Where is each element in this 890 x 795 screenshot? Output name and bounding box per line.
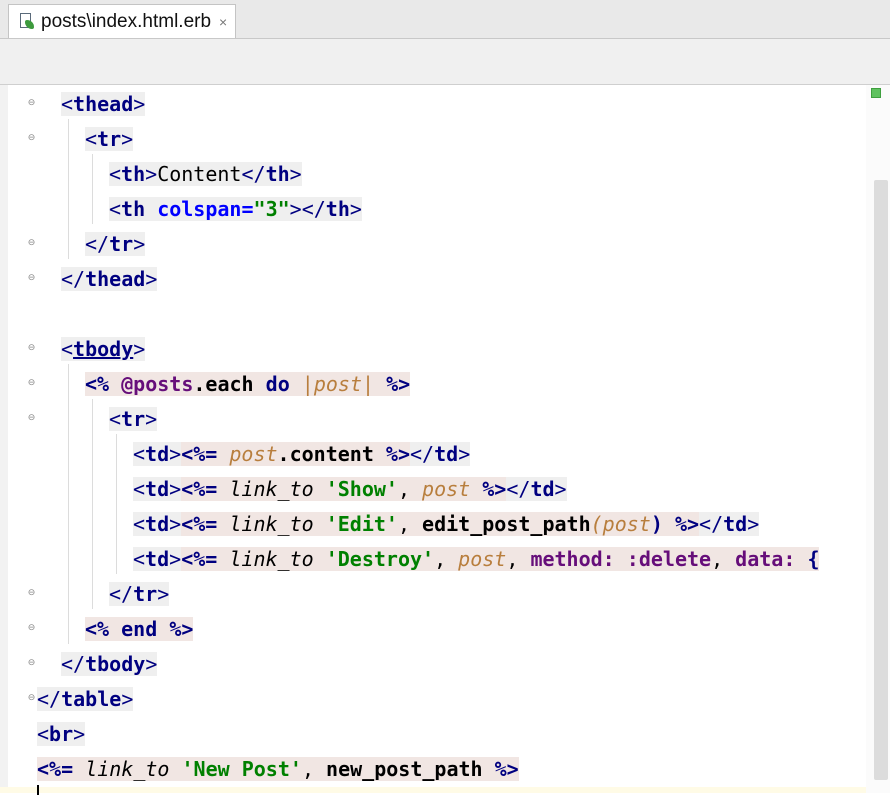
current-line-highlight <box>0 787 866 793</box>
method-call: link_to <box>229 512 314 536</box>
code-line: <%= link_to 'New Post', new_post_path %> <box>37 757 519 781</box>
tag-name: tbody <box>85 652 146 676</box>
hash-key: data: <box>735 547 796 571</box>
method-call: link_to <box>229 547 314 571</box>
code-editor[interactable]: ⊖ ⊖ ⊖ ⊖ ⊖ ⊖ ⊖ ⊖ ⊖ ⊖ ⊖ <thead> <tr> <th>C… <box>0 85 890 795</box>
code-line: <tbody> <box>61 337 146 361</box>
code-line: <% end %> <box>0 612 866 647</box>
editor-tab-bar: posts\index.html.erb × <box>0 0 890 39</box>
tag-name: thead <box>85 267 146 291</box>
method-call: new_post_path <box>326 757 483 781</box>
code-line: <td><%= link_to 'Destroy', post, method:… <box>133 547 820 571</box>
brace: { <box>807 547 820 571</box>
code-line: <thead> <box>61 92 146 116</box>
inspection-ok-icon[interactable] <box>871 88 881 98</box>
erb-delimiter: %> <box>482 477 507 501</box>
code-line: <tr> <box>85 127 134 151</box>
erb-delimiter: %> <box>385 442 410 466</box>
code-line: <th>Content</th> <box>109 162 302 186</box>
local-variable: post <box>458 547 507 571</box>
code-line: </thead> <box>61 267 158 291</box>
code-line: <% @posts.each do |post| %> <box>85 372 411 396</box>
local-variable: post <box>229 442 278 466</box>
method-call: link_to <box>229 477 314 501</box>
local-variable: post <box>602 512 651 536</box>
erb-delimiter: <% <box>85 372 110 396</box>
tag-name: th <box>265 162 290 186</box>
tag-name: tr <box>97 127 122 151</box>
tab-title: posts\index.html.erb <box>41 10 212 32</box>
tag-name: th <box>121 197 146 221</box>
erb-delimiter: <%= <box>181 442 218 466</box>
breadcrumb-bar <box>0 39 890 85</box>
tag-name: td <box>145 442 170 466</box>
tab-posts-index[interactable]: posts\index.html.erb × <box>8 4 236 38</box>
code-line: <td><%= link_to 'Show', post %></td> <box>133 477 567 501</box>
erb-delimiter: %> <box>386 372 411 396</box>
tag-name: td <box>530 477 555 501</box>
code-line: <td><%= post.content %></td> <box>133 442 471 466</box>
erb-delimiter: <%= <box>37 757 74 781</box>
method-call: link_to <box>85 757 170 781</box>
method-call: .content <box>277 442 374 466</box>
erb-delimiter: %> <box>169 617 194 641</box>
string-literal: 'New Post' <box>181 757 302 781</box>
erb-delimiter: %> <box>674 512 700 536</box>
string-literal: 'Edit' <box>325 512 398 536</box>
code-line: </tbody> <box>61 652 158 676</box>
erb-file-icon <box>19 12 35 31</box>
code-line: <td><%= link_to 'Edit', edit_post_path(p… <box>133 512 760 536</box>
instance-variable: @posts <box>121 372 194 396</box>
tag-name: tr <box>121 407 146 431</box>
code-line: <tr> <box>109 407 158 431</box>
tag-name: tr <box>133 582 158 606</box>
attribute-value: "3" <box>253 197 290 221</box>
keyword: do <box>265 372 290 396</box>
string-literal: 'Destroy' <box>325 547 435 571</box>
code-line: </table> <box>37 687 134 711</box>
tag-name: br <box>49 722 74 746</box>
erb-delimiter: %> <box>494 757 519 781</box>
tag-name: tbody <box>73 337 134 361</box>
tag-name: tr <box>109 232 134 256</box>
method-call: .each <box>193 372 254 396</box>
hash-key: method: <box>530 547 615 571</box>
method-call: edit_post_path <box>422 512 591 536</box>
text-node: Content <box>157 162 242 186</box>
tag-name: thead <box>73 92 134 116</box>
erb-delimiter: <%= <box>181 512 218 536</box>
attribute-name: colspan <box>157 197 242 221</box>
code-line: </tr> <box>85 232 146 256</box>
close-icon[interactable]: × <box>219 14 227 30</box>
code-line: </tr> <box>109 582 170 606</box>
tag-name: td <box>145 512 170 536</box>
erb-delimiter: <% <box>85 617 110 641</box>
local-variable: post <box>422 477 471 501</box>
tag-name: table <box>61 687 122 711</box>
symbol: :delete <box>626 547 712 571</box>
scrollbar-thumb[interactable] <box>874 180 888 780</box>
code-line: <br> <box>37 722 86 746</box>
tag-name: td <box>723 512 748 536</box>
string-literal: 'Show' <box>325 477 398 501</box>
keyword: end <box>121 617 158 641</box>
code-line: <th colspan="3"></th> <box>109 197 362 221</box>
erb-delimiter: <%= <box>181 547 218 571</box>
tag-name: td <box>145 477 170 501</box>
code-lines: ⊖ ⊖ ⊖ ⊖ ⊖ ⊖ ⊖ ⊖ ⊖ ⊖ ⊖ <thead> <tr> <th>C… <box>0 85 866 793</box>
tag-name: th <box>325 197 350 221</box>
local-variable: post <box>313 372 363 396</box>
tag-name: td <box>145 547 170 571</box>
text-caret <box>37 785 39 795</box>
tag-name: th <box>121 162 146 186</box>
erb-delimiter: <%= <box>181 477 218 501</box>
tag-name: td <box>434 442 459 466</box>
